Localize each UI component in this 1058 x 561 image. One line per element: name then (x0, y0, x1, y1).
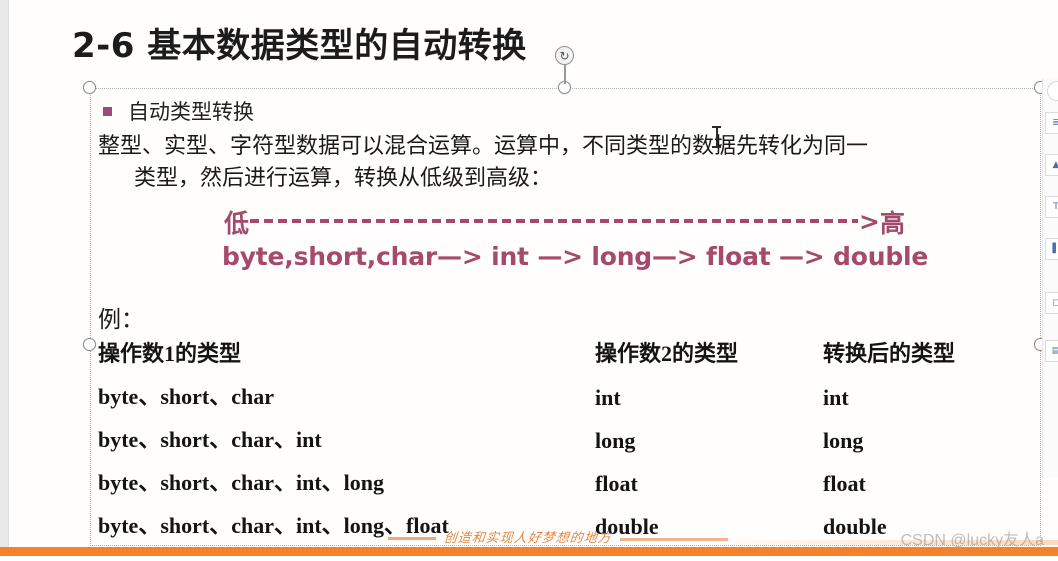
chart-icon[interactable]: ◻ (1045, 292, 1058, 314)
shape-icon[interactable]: ▌ (1045, 238, 1058, 260)
text-box-icon[interactable]: ≣ (1045, 112, 1058, 134)
rotate-icon[interactable]: ↻ (555, 46, 574, 65)
right-side-toolbar[interactable]: ≣ ▲ T ▌ ◻ ▤ (1042, 78, 1058, 478)
cell-operand2: long (595, 428, 636, 453)
slide-editor-screenshot: 2-6 基本数据类型的自动转换 ↻ 自动类型转换 整型、实型、字符型数据可以混合… (0, 0, 1058, 561)
table-icon[interactable]: ▤ (1045, 340, 1058, 362)
conversion-table: 操作数1的类型 操作数2的类型 转换后的类型 byte、short、char i… (98, 336, 1018, 551)
table-row: byte、short、char、int、long float float (98, 465, 1018, 508)
bullet-label: 自动类型转换 (128, 100, 254, 124)
arrow-head-icon: > (859, 206, 880, 236)
conversion-arrow-row: 低 > 高 (224, 204, 905, 240)
conversion-type-chain: byte,short,char—> int —> long—> float —>… (222, 242, 929, 271)
bottom-orange-bar (0, 547, 1058, 556)
wordart-icon[interactable]: T (1045, 196, 1058, 218)
handle-middle-left[interactable] (83, 338, 96, 351)
text-cursor-icon (712, 126, 721, 150)
orange-bar-fade (700, 540, 1058, 545)
bullet-square-icon (103, 106, 112, 116)
cell-operand1: byte、short、char、int、long (98, 470, 385, 495)
table-header-operand1: 操作数1的类型 (98, 341, 242, 366)
low-label: 低 (224, 209, 250, 238)
slide-canvas[interactable]: 2-6 基本数据类型的自动转换 ↻ 自动类型转换 整型、实型、字符型数据可以混合… (10, 0, 1058, 561)
watermark-rule-left (388, 537, 436, 540)
cell-operand2: float (595, 471, 638, 496)
table-row: byte、short、char int int (98, 379, 1018, 422)
left-gutter-strip (0, 0, 9, 561)
dashed-arrow-line-icon (250, 218, 859, 223)
picture-icon[interactable]: ▲ (1045, 154, 1058, 176)
slide-title[interactable]: 2-6 基本数据类型的自动转换 (72, 18, 527, 67)
cell-result: float (823, 471, 866, 496)
example-label: 例： (98, 307, 144, 332)
rotation-stem (564, 62, 566, 84)
table-header-operand2: 操作数2的类型 (595, 341, 739, 366)
handle-top-left[interactable] (83, 81, 96, 94)
paragraph-line-2: 类型，然后进行运算，转换从低级到高级： (134, 165, 553, 190)
bullet-row[interactable]: 自动类型转换 (103, 96, 254, 126)
cell-operand2: int (595, 385, 621, 410)
toolbar-round-button[interactable] (1047, 81, 1058, 101)
table-row: byte、short、char、int long long (98, 422, 1018, 465)
table-header-result: 转换后的类型 (823, 341, 956, 366)
cell-operand1: byte、short、char、int (98, 427, 322, 452)
table-header-row: 操作数1的类型 操作数2的类型 转换后的类型 (98, 336, 1018, 379)
cell-result: int (823, 385, 849, 410)
cell-operand1: byte、short、char (98, 384, 274, 409)
body-paragraph[interactable]: 整型、实型、字符型数据可以混合运算。运算中，不同类型的数据先转化为同一 类型，然… (98, 130, 1048, 194)
watermark-script-text: 创造和实现人好梦想的地方 (443, 531, 613, 546)
cell-result: long (823, 428, 864, 453)
bottom-white-strip (0, 556, 1058, 561)
paragraph-line-1: 整型、实型、字符型数据可以混合运算。运算中，不同类型的数据先转化为同一 (98, 133, 869, 158)
high-label: 高 (879, 209, 905, 238)
